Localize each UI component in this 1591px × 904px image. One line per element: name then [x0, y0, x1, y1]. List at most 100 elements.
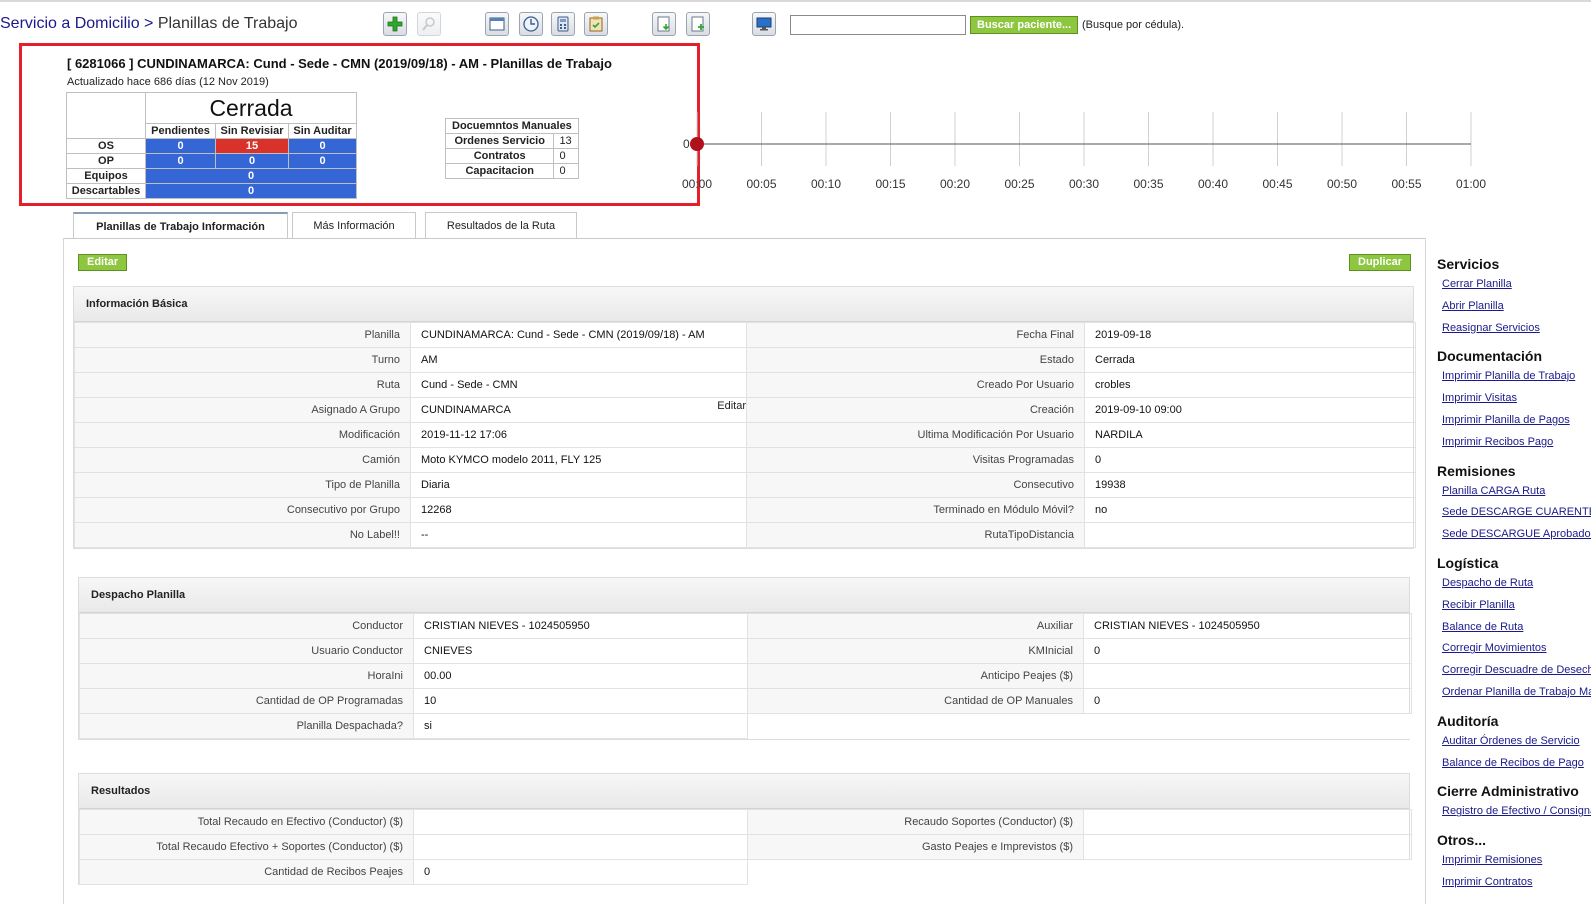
search-disabled-button[interactable] — [417, 12, 441, 36]
tab-resultados-ruta[interactable]: Resultados de la Ruta — [425, 212, 577, 239]
empty-cell — [747, 713, 1084, 739]
descartables-value[interactable]: 0 — [145, 183, 357, 199]
clipboard-button[interactable] — [584, 12, 608, 36]
sidebar-link[interactable]: Imprimir Planilla de Trabajo — [1442, 369, 1591, 391]
sidebar-link[interactable]: Balance de Recibos de Pago — [1442, 756, 1591, 778]
field-label: Creación — [746, 397, 1085, 423]
route-timeline: 00:00 00:05 00:10 00:15 00:20 00:25 00:30 00:35… — [682, 112, 1486, 191]
sidebar-link[interactable]: Imprimir Planilla de Pagos — [1442, 413, 1591, 435]
docs-label: Capacitacion — [444, 163, 555, 179]
tab-planilla-info[interactable]: Planillas de Trabajo Información — [73, 212, 288, 239]
field-value: 19938 — [1084, 472, 1416, 498]
field-value — [1084, 522, 1416, 548]
table-row: HoraIni 00.00 Anticipo Peajes ($) — [79, 663, 1412, 689]
field-value: CRISTIAN NIEVES - 1024505950 — [1083, 613, 1412, 639]
section-title: Resultados — [79, 774, 1409, 809]
field-value — [1083, 834, 1412, 860]
field-value — [413, 834, 748, 860]
table-row: Total Recaudo en Efectivo (Conductor) ($… — [79, 809, 1412, 835]
field-value: Diaria — [410, 472, 747, 498]
table-row: Modificación 2019-11-12 17:06 Ultima Modif… — [74, 422, 1416, 448]
export-add-button[interactable] — [686, 12, 710, 36]
sidebar-link[interactable]: Ordenar Planilla de Trabajo Manual — [1442, 685, 1591, 707]
equipos-value[interactable]: 0 — [145, 168, 357, 184]
field-value: CRISTIAN NIEVES - 1024505950 — [413, 613, 748, 639]
field-label: Conductor — [79, 613, 414, 639]
timeline-tick-label: 00:55 — [1391, 177, 1421, 191]
field-label: Total Recaudo Efectivo + Soportes (Condu… — [79, 834, 414, 860]
op-pendientes[interactable]: 0 — [145, 153, 216, 169]
sidebar-link[interactable]: Corregir Movimientos — [1442, 641, 1591, 663]
top-border — [0, 0, 1591, 2]
calculator-button[interactable] — [551, 12, 575, 36]
timeline-tick-label: 00:35 — [1133, 177, 1163, 191]
sidebar-link[interactable]: Balance de Ruta — [1442, 620, 1591, 642]
add-button[interactable] — [383, 12, 407, 36]
row-label: Descartables — [66, 183, 146, 199]
op-sin-revisar[interactable]: 0 — [215, 153, 289, 169]
sidebar-link[interactable]: Auditar Órdenes de Servicio — [1442, 734, 1591, 756]
field-label: Total Recaudo en Efectivo (Conductor) ($… — [79, 809, 414, 835]
breadcrumb-home-link[interactable]: Servicio a Domicilio — [0, 15, 140, 32]
docs-value: 0 — [553, 148, 579, 164]
field-label: No Label!! — [74, 522, 411, 548]
op-sin-auditar[interactable]: 0 — [288, 153, 357, 169]
table-row: Consecutivo por Grupo 12268 Terminado en M… — [74, 497, 1416, 523]
sidebar-link[interactable]: Cerrar Planilla — [1442, 277, 1591, 299]
timeline-marker[interactable] — [690, 137, 704, 151]
search-input[interactable] — [790, 15, 966, 35]
duplicate-button[interactable]: Duplicar — [1349, 254, 1412, 271]
row-label: OP — [66, 153, 146, 169]
table-row: Tipo de Planilla Diaria Consecutivo 19938 — [74, 472, 1416, 498]
os-pendientes[interactable]: 0 — [145, 138, 216, 154]
sidebar-link[interactable]: Imprimir Remisiones — [1442, 853, 1591, 875]
field-value: si — [413, 713, 748, 739]
sidebar-link[interactable]: Reasignar Servicios — [1442, 321, 1591, 343]
basic-info-table: Planilla CUNDINAMARCA: Cund - Sede - CMN … — [74, 322, 1416, 548]
timeline-tick-label: 00:05 — [746, 177, 776, 191]
empty-cell — [1083, 713, 1412, 739]
field-label: Consecutivo — [746, 472, 1085, 498]
edit-button[interactable]: Editar — [78, 254, 128, 271]
column-header: Sin Revisiar — [215, 123, 289, 139]
sidebar-link[interactable]: Imprimir Contratos — [1442, 875, 1591, 897]
timeline-tick-label: 00:40 — [1198, 177, 1228, 191]
resultados-table: Total Recaudo en Efectivo (Conductor) ($… — [79, 809, 1412, 885]
sidebar-link[interactable]: Despacho de Ruta — [1442, 576, 1591, 598]
sidebar-link[interactable]: Abrir Planilla — [1442, 299, 1591, 321]
group-edit-link[interactable]: Editar — [717, 400, 745, 412]
docs-label: Contratos — [444, 148, 555, 164]
content-border-right — [1425, 238, 1426, 904]
timeline-tick-label: 00:50 — [1327, 177, 1357, 191]
despacho-section: Despacho Planilla Conductor CRISTIAN NIEV… — [78, 577, 1412, 740]
sidebar-link[interactable]: Corregir Descuadre de Desechables — [1442, 663, 1591, 685]
field-label: Visitas Programadas — [746, 447, 1085, 473]
sidebar-link[interactable]: Sede DESCARGE CUARENTENA — [1442, 505, 1591, 527]
sidebar-link[interactable]: Imprimir Visitas — [1442, 391, 1591, 413]
timeline-tick-label: 00:30 — [1069, 177, 1099, 191]
export-add-icon — [691, 16, 704, 32]
window-button[interactable] — [485, 12, 509, 36]
os-sin-auditar[interactable]: 0 — [288, 138, 357, 154]
tab-mas-informacion[interactable]: Más Información — [292, 212, 416, 239]
field-value: CUNDINAMARCA: Cund - Sede - CMN (2019/09… — [410, 322, 747, 348]
sidebar-heading: Auditoría — [1437, 712, 1499, 729]
field-label: Ultima Modificación Por Usuario — [746, 422, 1085, 448]
sidebar-link[interactable]: Registro de Efectivo / Consignación — [1442, 804, 1591, 826]
table-row: Ruta Cund - Sede - CMN Creado Por Usuario c… — [74, 372, 1416, 398]
sidebar-link[interactable]: Imprimir Recibos Pago — [1442, 435, 1591, 457]
sidebar-link[interactable]: Planilla CARGA Ruta — [1442, 484, 1591, 506]
field-label: Turno — [74, 347, 411, 373]
os-sin-revisar[interactable]: 15 — [215, 138, 289, 154]
field-value: 0 — [1084, 447, 1416, 473]
search-patient-button[interactable]: Buscar paciente... — [970, 16, 1079, 34]
sidebar-link[interactable]: Recibir Planilla — [1442, 598, 1591, 620]
clock-button[interactable] — [519, 12, 543, 36]
monitor-button[interactable] — [752, 12, 776, 36]
field-value: 10 — [413, 688, 748, 714]
export-down-button[interactable] — [652, 12, 676, 36]
section-title: Información Básica — [74, 287, 1413, 322]
despacho-table: Conductor CRISTIAN NIEVES - 1024505950 Aux… — [79, 613, 1412, 739]
field-value-text: CUNDINAMARCA — [421, 404, 511, 416]
sidebar-link[interactable]: Sede DESCARGUE Aprobados — [1442, 527, 1591, 549]
